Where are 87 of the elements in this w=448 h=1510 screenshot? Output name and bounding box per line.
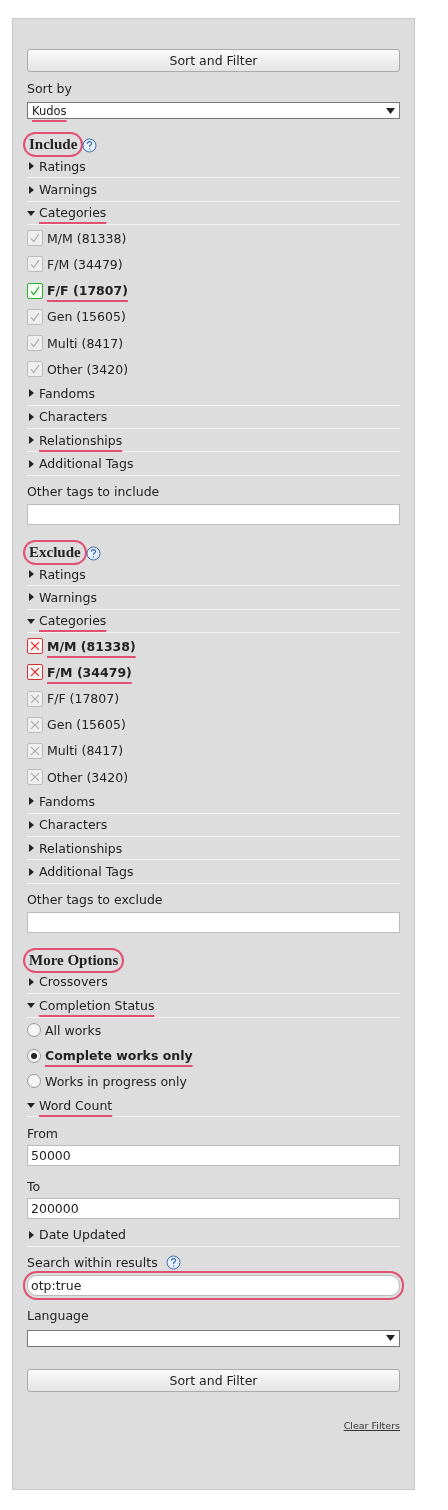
text-field[interactable] — [27, 503, 400, 525]
checkbox[interactable] — [27, 308, 43, 325]
clear-filters-link[interactable]: Clear Filters — [343, 1419, 400, 1431]
checkbox[interactable] — [27, 256, 43, 273]
radio-label: Complete works only — [45, 1048, 193, 1064]
dropdown[interactable]: Kudos — [27, 102, 400, 119]
checkbox-label: Gen (15605) — [47, 717, 126, 733]
field-label: From — [27, 1125, 58, 1141]
checkbox-label: Other (3420) — [47, 361, 129, 377]
triangle-right-icon — [27, 412, 35, 421]
radio-button[interactable] — [27, 1074, 41, 1089]
checkbox-label: F/M (34479) — [47, 664, 132, 680]
sort-filter-button[interactable]: Sort and Filter — [27, 49, 400, 72]
triangle-right-icon — [27, 162, 35, 171]
triangle-right-icon — [27, 797, 35, 806]
help-icon[interactable] — [165, 1255, 181, 1271]
triangle-right-icon — [27, 389, 35, 398]
help-icon[interactable] — [82, 138, 98, 153]
field-label: Other tags to exclude — [27, 892, 163, 908]
checkbox-label: F/F (17807) — [47, 283, 128, 299]
checkbox-label: Gen (15605) — [47, 309, 126, 325]
triangle-down-icon — [27, 208, 35, 217]
radio-button[interactable] — [27, 1023, 41, 1038]
field-label: Sort by — [27, 80, 72, 96]
triangle-down-icon — [27, 1001, 35, 1010]
field-label: To — [27, 1178, 41, 1194]
radio-label: Works in progress only — [45, 1073, 187, 1089]
sort-filter-button[interactable]: Sort and Filter — [27, 1368, 400, 1392]
triangle-down-icon — [27, 1101, 35, 1110]
expander-toggle[interactable]: Relationships — [27, 840, 123, 856]
expander-toggle[interactable]: Warnings — [27, 589, 97, 605]
text-field[interactable]: 50000 — [27, 1145, 400, 1167]
expander-toggle[interactable]: Date Updated — [27, 1227, 127, 1243]
checkbox-label: F/M (34479) — [47, 256, 123, 272]
exclude-checkbox[interactable] — [27, 742, 43, 759]
triangle-down-icon — [27, 616, 35, 625]
expander-toggle[interactable]: Additional Tags — [27, 864, 134, 879]
radio-label: All works — [45, 1022, 102, 1038]
exclude-checkbox[interactable] — [27, 716, 43, 733]
expander-toggle[interactable]: Fandoms — [27, 386, 95, 401]
field-label: Other tags to include — [27, 484, 160, 500]
checkbox-label: M/M (81338) — [47, 230, 127, 246]
expander-toggle[interactable]: Crossovers — [27, 974, 108, 990]
caret-icon — [386, 107, 395, 114]
expander-toggle[interactable]: Word Count — [27, 1097, 113, 1113]
text-field[interactable]: 200000 — [27, 1198, 400, 1220]
triangle-right-icon — [27, 570, 35, 579]
triangle-right-icon — [27, 977, 35, 986]
exclude-checkbox[interactable] — [27, 690, 43, 707]
field-label: Search within results — [27, 1255, 158, 1271]
field-label: Language — [27, 1308, 89, 1324]
expander-toggle[interactable]: Fandoms — [27, 793, 95, 809]
caret-icon — [386, 1335, 395, 1342]
expander-toggle[interactable]: Characters — [27, 817, 108, 833]
checkbox[interactable] — [27, 282, 43, 299]
checkbox-label: Multi (8417) — [47, 743, 124, 759]
checkbox[interactable] — [27, 361, 43, 378]
expander-toggle[interactable]: Additional Tags — [27, 456, 134, 472]
triangle-right-icon — [27, 593, 35, 602]
exclude-checkbox[interactable] — [27, 638, 43, 655]
text-field[interactable] — [27, 911, 400, 933]
expander-toggle[interactable]: Categories — [27, 205, 107, 221]
exclude-checkbox[interactable] — [27, 769, 43, 786]
triangle-right-icon — [27, 844, 35, 853]
expander-toggle[interactable]: Ratings — [27, 158, 86, 174]
triangle-right-icon — [27, 1230, 35, 1239]
expander-toggle[interactable]: Completion Status — [27, 997, 155, 1013]
triangle-right-icon — [27, 459, 35, 468]
triangle-right-icon — [27, 867, 35, 876]
checkbox-label: Multi (8417) — [47, 335, 124, 351]
expander-toggle[interactable]: Relationships — [27, 432, 123, 448]
triangle-right-icon — [27, 820, 35, 829]
expander-toggle[interactable]: Warnings — [27, 182, 97, 198]
checkbox[interactable] — [27, 230, 43, 247]
exclude-checkbox[interactable] — [27, 664, 43, 681]
help-icon[interactable] — [85, 545, 101, 561]
checkbox-label: M/M (81338) — [47, 638, 136, 654]
checkbox[interactable] — [27, 335, 43, 351]
checkbox-label: F/F (17807) — [47, 691, 120, 706]
checkbox-label: Other (3420) — [47, 769, 129, 785]
expander-toggle[interactable]: Ratings — [27, 566, 86, 582]
dropdown[interactable] — [27, 1329, 400, 1347]
expander-toggle[interactable]: Categories — [27, 613, 107, 629]
radio-button[interactable] — [27, 1048, 41, 1063]
triangle-right-icon — [27, 185, 35, 194]
expander-toggle[interactable]: Characters — [27, 409, 108, 425]
triangle-right-icon — [27, 436, 35, 445]
